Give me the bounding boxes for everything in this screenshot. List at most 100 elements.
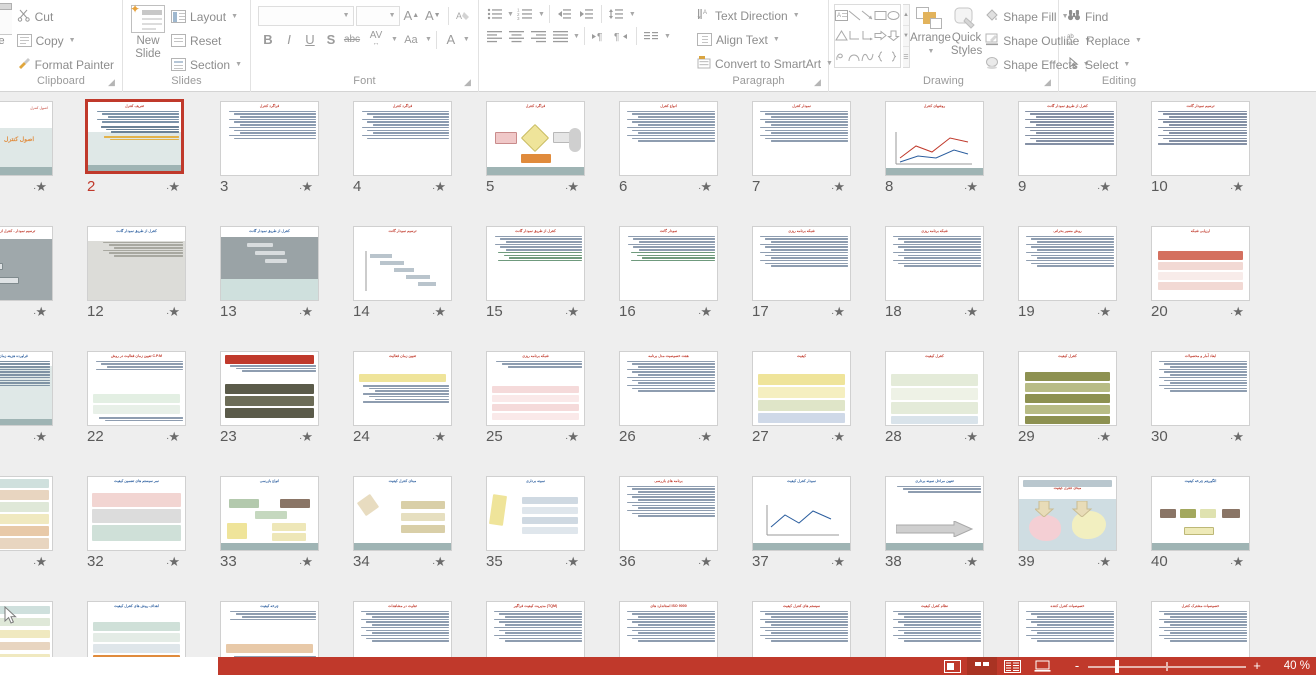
slide-cell[interactable]: نمونه برداری 35 ★ <box>468 470 601 595</box>
slide-thumbnail[interactable]: الگوریتم چرخه کیفیت <box>1151 476 1250 551</box>
animation-star-icon[interactable]: ★ <box>964 305 978 321</box>
chevron-down-icon[interactable]: ▼ <box>463 36 470 43</box>
zoom-slider-handle[interactable] <box>1115 660 1119 673</box>
shape-line-icon[interactable] <box>848 5 861 26</box>
arrange-button[interactable]: Arrange ▼ <box>910 4 951 58</box>
shape-curve-icon[interactable] <box>848 46 861 67</box>
slide-sorter-pane[interactable]: اصول کنترلاصول کنترل1★تعریف کنترل2★فراگر… <box>0 92 1316 657</box>
slide-cell[interactable]: تفاوت در مشاهدات <box>335 595 468 657</box>
slide-thumbnail[interactable]: شبکه برنامه ریزی <box>885 226 984 301</box>
animation-star-icon[interactable]: ★ <box>1230 180 1244 196</box>
slide-cell[interactable]: شبکه برنامه ریزی 18 ★ <box>867 220 1000 345</box>
slide-cell[interactable]: روشهای کنترل 8 ★ <box>867 95 1000 220</box>
animation-star-icon[interactable]: ★ <box>299 180 313 196</box>
shape-rectangle-icon[interactable] <box>874 5 887 26</box>
slide-thumbnail[interactable]: نمونه برداری <box>486 476 585 551</box>
animation-star-icon[interactable]: ★ <box>432 430 446 446</box>
slide-thumbnail[interactable]: کنترل کیفیت <box>1018 351 1117 426</box>
animation-star-icon[interactable]: ★ <box>33 305 47 321</box>
font-color-button[interactable]: A <box>441 29 461 50</box>
slide-cell[interactable]: کنترل از طریق نمودار گانت 15 ★ <box>468 220 601 345</box>
animation-star-icon[interactable]: ★ <box>698 305 712 321</box>
slide-cell[interactable]: نمودار کنترل 7 ★ <box>734 95 867 220</box>
animation-star-icon[interactable]: ★ <box>1230 430 1244 446</box>
slide-thumbnail[interactable]: تعیین مراحل نمونه برداری <box>885 476 984 551</box>
slide-cell[interactable]: کنترل از طریق نمودار گانت 12 ★ <box>69 220 202 345</box>
numbering-button[interactable]: 123 <box>515 4 536 25</box>
slide-cell[interactable]: الگوریتم چرخه کیفیت 40 ★ <box>1133 470 1266 595</box>
slide-cell[interactable]: فراورده هزینه زمان انجام فعالیت21★ <box>0 345 69 470</box>
chevron-down-icon[interactable]: ▼ <box>773 36 780 43</box>
text-shadow-button[interactable]: S <box>321 29 341 50</box>
cut-button[interactable]: Cut <box>14 5 117 28</box>
slide-cell[interactable]: مدیریت کیفیت فراگیر (TQM) <box>468 595 601 657</box>
font-size-input[interactable]: ▼ <box>355 5 400 26</box>
slide-cell[interactable]: فراگرد کنترل 5 ★ <box>468 95 601 220</box>
chevron-down-icon[interactable]: ▼ <box>629 11 636 18</box>
align-center-button[interactable] <box>506 26 527 47</box>
slide-cell[interactable]: تعیین زمان فعالیت 24 ★ <box>335 345 468 470</box>
shape-right-arrow-icon[interactable] <box>874 26 887 47</box>
slide-cell[interactable]: تعریف کنترل 2 ★ <box>69 95 202 220</box>
slide-thumbnail[interactable]: کنترل از طریق نمودار گانت <box>1018 101 1117 176</box>
slide-thumbnail[interactable] <box>220 351 319 426</box>
rtl-direction-button[interactable]: ¶ <box>611 26 632 47</box>
animation-star-icon[interactable]: ★ <box>1097 305 1111 321</box>
chevron-down-icon[interactable]: ▼ <box>391 36 398 43</box>
slide-thumbnail[interactable]: فراگرد کنترل <box>353 101 452 176</box>
slide-thumbnail[interactable]: نمودار کنترل <box>752 101 851 176</box>
scroll-up-icon[interactable]: ▲ <box>903 5 909 26</box>
animation-star-icon[interactable]: ★ <box>964 430 978 446</box>
animation-star-icon[interactable]: ★ <box>831 305 845 321</box>
slide-thumbnail[interactable]: تعریف کنترل <box>85 99 184 174</box>
slide-cell[interactable]: 31★ <box>0 470 69 595</box>
reading-view-button[interactable] <box>997 657 1027 675</box>
text-direction-button[interactable]: A Text Direction ▼ <box>694 4 823 27</box>
quick-styles-button[interactable]: Quick Styles <box>951 4 982 58</box>
slide-cell[interactable]: مبنای کنترل کیفیت 34 ★ <box>335 470 468 595</box>
animation-star-icon[interactable]: ★ <box>166 430 180 446</box>
slide-thumbnail[interactable]: ترسیم نمودار - کنترل از طریق نمودار گانت <box>0 226 53 301</box>
animation-star-icon[interactable]: ★ <box>432 305 446 321</box>
slide-cell[interactable]: اهداف روش های کنترل کیفیت <box>69 595 202 657</box>
slide-cell[interactable]: کنترل کیفیت 28 ★ <box>867 345 1000 470</box>
clipboard-dialog-launcher[interactable]: ◢ <box>108 77 118 87</box>
animation-star-icon[interactable]: ★ <box>33 555 47 571</box>
slide-thumbnail[interactable]: استاندارد های ISO 9000 <box>619 601 718 657</box>
slide-thumbnail[interactable]: مبنای کنترل کیفیت <box>1018 476 1117 551</box>
shape-left-brace-icon[interactable] <box>874 46 887 67</box>
animation-star-icon[interactable]: ★ <box>1097 430 1111 446</box>
zoom-out-button[interactable]: - <box>1071 659 1083 672</box>
font-dialog-launcher[interactable]: ◢ <box>464 77 474 87</box>
font-name-input[interactable]: ▼ <box>258 5 354 26</box>
chevron-down-icon[interactable]: ▼ <box>573 33 580 40</box>
animation-star-icon[interactable]: ★ <box>831 430 845 446</box>
animation-star-icon[interactable]: ★ <box>698 555 712 571</box>
animation-star-icon[interactable]: ★ <box>964 180 978 196</box>
chevron-down-icon[interactable]: ▼ <box>538 11 545 18</box>
chevron-down-icon[interactable]: ▼ <box>343 12 350 19</box>
slide-cell[interactable]: کنترل از طریق نمودار گانت 9 ★ <box>1000 95 1133 220</box>
slide-thumbnail[interactable]: فراگرد کنترل <box>220 101 319 176</box>
ltr-direction-button[interactable]: ¶ <box>589 26 610 47</box>
layout-button[interactable]: Layout ▼ <box>168 5 245 28</box>
chevron-down-icon[interactable]: ▼ <box>69 37 76 44</box>
slide-thumbnail[interactable]: تفاوت در مشاهدات <box>353 601 452 657</box>
slide-thumbnail[interactable]: سیستم های کنترل کیفیت <box>752 601 851 657</box>
convert-to-smartart-button[interactable]: Convert to SmartArt ▼ <box>694 52 833 75</box>
shapes-gallery[interactable]: A <box>834 4 901 68</box>
shape-elbow-arrow-icon[interactable] <box>861 26 874 47</box>
slide-thumbnail[interactable]: ترسیم نمودار گانت <box>353 226 452 301</box>
slide-thumbnail[interactable]: شبکه برنامه ریزی <box>752 226 851 301</box>
slide-thumbnail[interactable]: شبکه برنامه ریزی <box>486 351 585 426</box>
format-painter-button[interactable]: Format Painter <box>14 53 117 76</box>
italic-button[interactable]: I <box>279 29 299 50</box>
animation-star-icon[interactable]: ★ <box>831 180 845 196</box>
slide-cell[interactable]: 23 ★ <box>202 345 335 470</box>
animation-star-icon[interactable]: ★ <box>166 305 180 321</box>
section-button[interactable]: Section ▼ <box>168 53 245 76</box>
slide-cell[interactable]: روش مسیر بحرانی 19 ★ <box>1000 220 1133 345</box>
slide-thumbnail[interactable]: تعیین زمان فعالیت <box>353 351 452 426</box>
slide-thumbnail[interactable]: نمودار کنترل کیفیت <box>752 476 851 551</box>
animation-star-icon[interactable]: ★ <box>1097 555 1111 571</box>
